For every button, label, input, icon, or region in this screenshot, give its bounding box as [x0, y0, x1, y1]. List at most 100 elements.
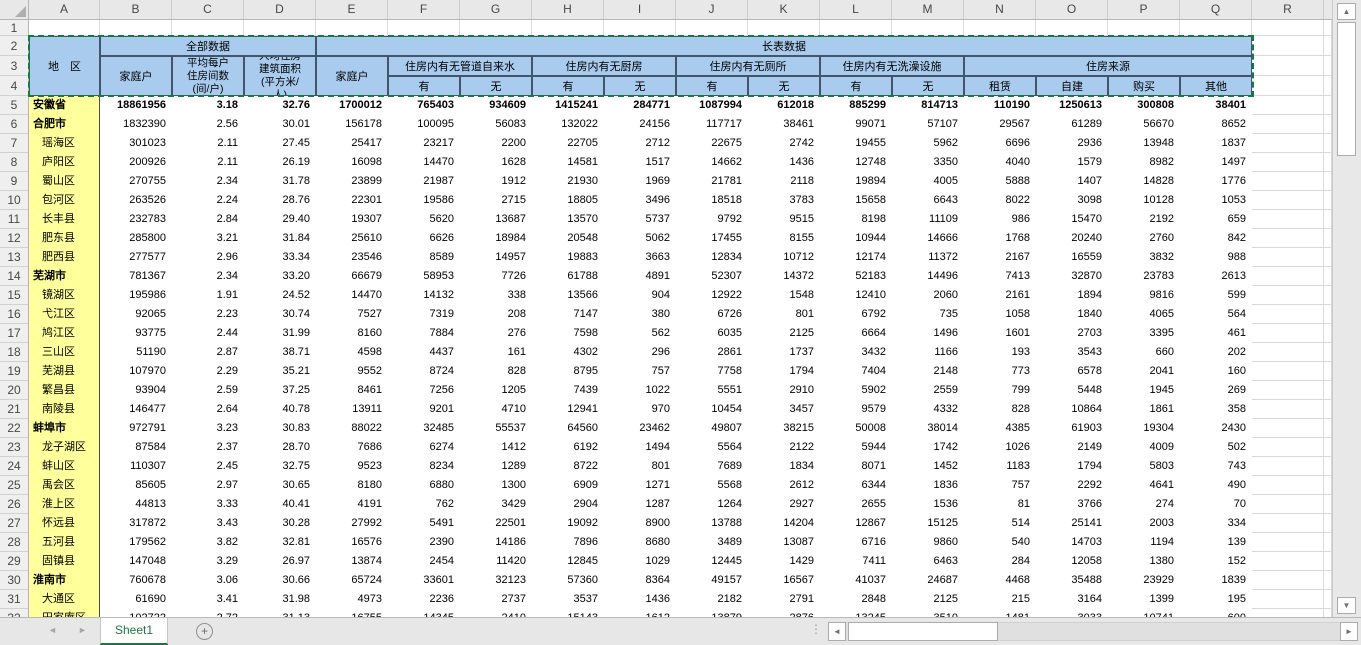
cell-P28[interactable]: 1194	[1108, 533, 1180, 552]
cell-H31[interactable]: 3537	[532, 590, 604, 609]
cell-L6[interactable]: 99071	[820, 115, 892, 134]
cell-K20[interactable]: 2910	[748, 381, 820, 400]
cell-G23[interactable]: 1412	[460, 438, 532, 457]
cell-E17[interactable]: 8160	[316, 324, 388, 343]
row-header-22[interactable]: 22	[0, 419, 28, 438]
cell-B8[interactable]: 200926	[100, 153, 172, 172]
sheet-nav-left-icon[interactable]: ◄	[48, 625, 57, 635]
cell-I28[interactable]: 8680	[604, 533, 676, 552]
row-header-24[interactable]: 24	[0, 457, 28, 476]
row-header-8[interactable]: 8	[0, 153, 28, 172]
cell-C16[interactable]: 2.23	[172, 305, 244, 324]
scrollbar-grip-icon[interactable]: ⋮	[810, 622, 820, 636]
header-cell-water-yes[interactable]: 有	[388, 76, 460, 96]
cell-B15[interactable]: 195986	[100, 286, 172, 305]
cell-A21[interactable]: 南陵县	[29, 400, 100, 419]
cell-O19[interactable]: 6578	[1036, 362, 1108, 381]
cell-Q20[interactable]: 269	[1180, 381, 1252, 400]
header-cell-region[interactable]: 地 区	[29, 36, 100, 96]
cell-F29[interactable]: 2454	[388, 552, 460, 571]
cell-M12[interactable]: 14666	[892, 229, 964, 248]
cell-F11[interactable]: 5620	[388, 210, 460, 229]
cell-H17[interactable]: 7598	[532, 324, 604, 343]
cell-Q19[interactable]: 160	[1180, 362, 1252, 381]
cell-Q7[interactable]: 1837	[1180, 134, 1252, 153]
cell-N28[interactable]: 540	[964, 533, 1036, 552]
cell-I10[interactable]: 3496	[604, 191, 676, 210]
cell-N8[interactable]: 4040	[964, 153, 1036, 172]
cell-I30[interactable]: 8364	[604, 571, 676, 590]
cell-K10[interactable]: 3783	[748, 191, 820, 210]
cell-E16[interactable]: 7527	[316, 305, 388, 324]
cell-A11[interactable]: 长丰县	[29, 210, 100, 229]
cell-R16[interactable]	[1252, 305, 1324, 324]
cell-D32[interactable]: 31.13	[244, 609, 316, 617]
cell-L15[interactable]: 12410	[820, 286, 892, 305]
cell-R27[interactable]	[1252, 514, 1324, 533]
cell-C27[interactable]: 3.43	[172, 514, 244, 533]
cell-C24[interactable]: 2.45	[172, 457, 244, 476]
cell-K22[interactable]: 38215	[748, 419, 820, 438]
row-header-23[interactable]: 23	[0, 438, 28, 457]
cell-K24[interactable]: 1834	[748, 457, 820, 476]
cell-G27[interactable]: 22501	[460, 514, 532, 533]
row-header-7[interactable]: 7	[0, 134, 28, 153]
cell-I32[interactable]: 1612	[604, 609, 676, 617]
header-cell-kitchen[interactable]: 住房内有无厨房	[532, 56, 676, 76]
cell-J14[interactable]: 52307	[676, 267, 748, 286]
cell-H23[interactable]: 6192	[532, 438, 604, 457]
cell-J16[interactable]: 6726	[676, 305, 748, 324]
cell-L16[interactable]: 6792	[820, 305, 892, 324]
col-header-P[interactable]: P	[1108, 0, 1180, 19]
cell-R10[interactable]	[1252, 191, 1324, 210]
cell-F17[interactable]: 7884	[388, 324, 460, 343]
cell-B12[interactable]: 285800	[100, 229, 172, 248]
cell-M7[interactable]: 5962	[892, 134, 964, 153]
cell-A15[interactable]: 镜湖区	[29, 286, 100, 305]
header-cell-all-data[interactable]: 全部数据	[100, 36, 316, 56]
row-header-26[interactable]: 26	[0, 495, 28, 514]
cell-D20[interactable]: 37.25	[244, 381, 316, 400]
cell-E6[interactable]: 156178	[316, 115, 388, 134]
cell-K25[interactable]: 2612	[748, 476, 820, 495]
row-header-14[interactable]: 14	[0, 267, 28, 286]
cell-H28[interactable]: 7896	[532, 533, 604, 552]
cell-G8[interactable]: 1628	[460, 153, 532, 172]
cell-P7[interactable]: 13948	[1108, 134, 1180, 153]
cell-G17[interactable]: 276	[460, 324, 532, 343]
cell-C17[interactable]: 2.44	[172, 324, 244, 343]
cell-M1[interactable]	[892, 20, 964, 36]
cell-D9[interactable]: 31.78	[244, 172, 316, 191]
cell-N30[interactable]: 4468	[964, 571, 1036, 590]
cell-E27[interactable]: 27992	[316, 514, 388, 533]
cell-O1[interactable]	[1036, 20, 1108, 36]
cell-O18[interactable]: 3543	[1036, 343, 1108, 362]
cell-B7[interactable]: 301023	[100, 134, 172, 153]
cell-K11[interactable]: 9515	[748, 210, 820, 229]
cell-R24[interactable]	[1252, 457, 1324, 476]
cell-O16[interactable]: 1840	[1036, 305, 1108, 324]
cell-D26[interactable]: 40.41	[244, 495, 316, 514]
cell-Q24[interactable]: 743	[1180, 457, 1252, 476]
cell-G20[interactable]: 1205	[460, 381, 532, 400]
cell-M31[interactable]: 2125	[892, 590, 964, 609]
cell-H11[interactable]: 13570	[532, 210, 604, 229]
row-header-20[interactable]: 20	[0, 381, 28, 400]
header-cell-kitchen-no[interactable]: 无	[604, 76, 676, 96]
cell-B16[interactable]: 92065	[100, 305, 172, 324]
cell-B14[interactable]: 781367	[100, 267, 172, 286]
cell-K7[interactable]: 2742	[748, 134, 820, 153]
cell-D22[interactable]: 30.83	[244, 419, 316, 438]
cell-I9[interactable]: 1969	[604, 172, 676, 191]
cell-H26[interactable]: 2904	[532, 495, 604, 514]
cell-P21[interactable]: 1861	[1108, 400, 1180, 419]
cell-Q27[interactable]: 334	[1180, 514, 1252, 533]
cell-A24[interactable]: 蚌山区	[29, 457, 100, 476]
cell-Q17[interactable]: 461	[1180, 324, 1252, 343]
cell-M13[interactable]: 11372	[892, 248, 964, 267]
cell-P29[interactable]: 1380	[1108, 552, 1180, 571]
cell-J5[interactable]: 1087994	[676, 96, 748, 115]
cell-E24[interactable]: 9523	[316, 457, 388, 476]
cell-L13[interactable]: 12174	[820, 248, 892, 267]
cell-B20[interactable]: 93904	[100, 381, 172, 400]
